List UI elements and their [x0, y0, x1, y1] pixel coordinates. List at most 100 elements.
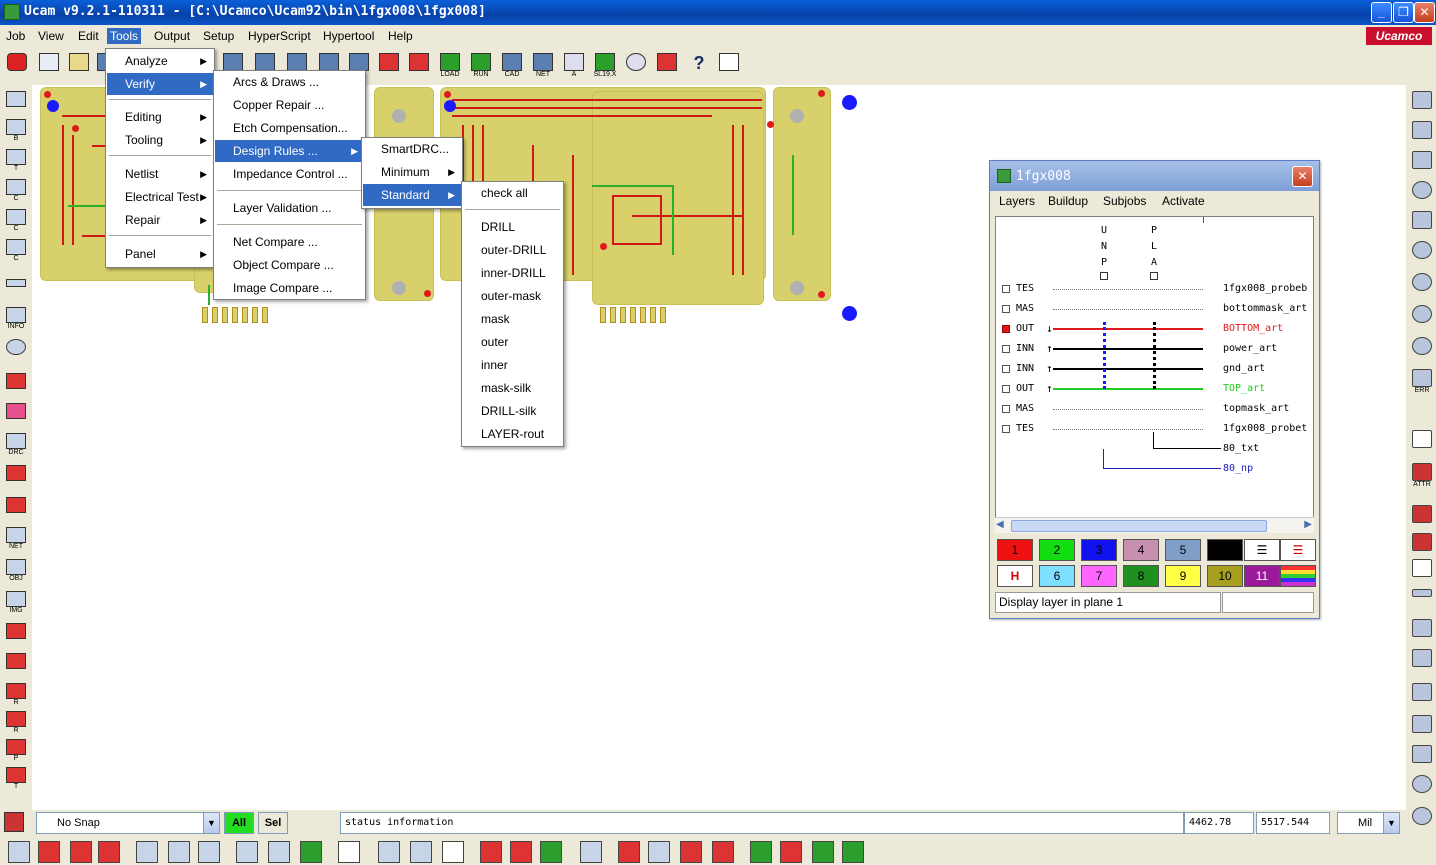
maximize-button[interactable]: ❐ — [1393, 2, 1414, 23]
plane-color-4[interactable]: 4 — [1123, 539, 1159, 561]
probe-tool-1[interactable] — [378, 841, 400, 863]
layer-checkbox[interactable] — [1002, 425, 1010, 433]
design-rules-smartdrc[interactable]: SmartDRC... — [363, 138, 461, 160]
verify-image-compare[interactable]: Image Compare ... — [215, 277, 364, 299]
layer-t-tool[interactable]: T — [4, 149, 28, 175]
chevron-down-icon[interactable]: ▼ — [203, 813, 219, 833]
report-tool[interactable] — [4, 465, 28, 491]
layer-c2-tool[interactable]: C — [4, 209, 28, 235]
menu-help[interactable]: Help — [385, 28, 416, 44]
cycle-tool[interactable] — [236, 841, 258, 863]
menu-view[interactable]: View — [35, 28, 67, 44]
grid-green-tool[interactable] — [540, 841, 562, 863]
grid-tool[interactable] — [1410, 430, 1434, 456]
layer-select-tool[interactable] — [8, 841, 30, 863]
layer-r-tool-1[interactable]: R — [4, 683, 28, 709]
wave-tool[interactable] — [4, 403, 28, 429]
multi-color-button[interactable] — [1280, 565, 1316, 587]
fd-tool[interactable] — [168, 841, 190, 863]
md-tool[interactable] — [198, 841, 220, 863]
layer-p-tool-1[interactable]: P — [4, 739, 28, 765]
plane-color-11[interactable]: 11 — [1244, 565, 1280, 587]
menu-tools[interactable]: Tools — [107, 28, 142, 44]
tools-menu-editing[interactable]: Editing ▶ — [107, 106, 213, 128]
measure-tool[interactable] — [1410, 589, 1434, 615]
verify-layer-validation[interactable]: Layer Validation ... — [215, 197, 364, 219]
zoom-window-tool[interactable] — [1410, 211, 1434, 237]
standard-outer-drill[interactable]: outer-DRILL — [463, 239, 562, 261]
sl19-button[interactable]: SL19.X — [592, 53, 618, 81]
magic-tool[interactable] — [1410, 121, 1434, 147]
list-color-view-button[interactable]: ☰ — [1280, 539, 1316, 561]
battery-tool[interactable] — [648, 841, 670, 863]
standard-inner[interactable]: inner — [463, 354, 562, 376]
ds-tool[interactable] — [136, 841, 158, 863]
mask-tool[interactable] — [268, 841, 290, 863]
menu-edit[interactable]: Edit — [75, 28, 102, 44]
snap-x-icon[interactable] — [4, 812, 30, 834]
verify-impedance-control[interactable]: Impedance Control ... — [215, 163, 364, 185]
check-tool[interactable] — [4, 497, 28, 523]
plane-color-1[interactable]: 1 — [997, 539, 1033, 561]
standard-mask[interactable]: mask — [463, 308, 562, 330]
lines-red-tool[interactable] — [510, 841, 532, 863]
tools-menu-netlist[interactable]: Netlist ▶ — [107, 163, 213, 185]
zoom-box-tool[interactable] — [1410, 151, 1434, 177]
grid-green-tool-3[interactable] — [812, 841, 834, 863]
hanger-red-tool[interactable] — [680, 841, 702, 863]
menu-setup[interactable]: Setup — [200, 28, 237, 44]
layer-checkbox[interactable] — [1002, 345, 1010, 353]
menu-output[interactable]: Output — [151, 28, 193, 44]
layer-c1-tool[interactable]: C — [4, 179, 28, 205]
tools-menu-repair[interactable]: Repair ▶ — [107, 209, 213, 231]
layer-list-hscrollbar[interactable]: ◀ ▶ — [995, 517, 1314, 533]
plane-color-black[interactable] — [1207, 539, 1243, 561]
minimize-button[interactable]: _ — [1371, 2, 1392, 23]
panel-button[interactable] — [376, 53, 402, 81]
redo-tool[interactable] — [1410, 807, 1434, 833]
lw-menu-buildup[interactable]: Buildup — [1048, 194, 1088, 208]
verify-arcs-draws[interactable]: Arcs & Draws ... — [215, 71, 364, 93]
layer-b-tool[interactable]: B — [4, 119, 28, 145]
run-button[interactable]: RUN — [468, 53, 494, 81]
standard-outer[interactable]: outer — [463, 331, 562, 353]
net-red-tool[interactable] — [480, 841, 502, 863]
paste-tool[interactable] — [1410, 745, 1434, 771]
film-button[interactable] — [406, 53, 432, 81]
grid-green-tool-2[interactable] — [750, 841, 772, 863]
copy-tool[interactable] — [1410, 715, 1434, 741]
zoom-fit-tool[interactable] — [1410, 337, 1434, 363]
draw-tool[interactable] — [338, 841, 360, 863]
load-button[interactable]: LOAD — [437, 53, 463, 81]
select-all-button[interactable]: All — [224, 812, 254, 834]
magnifier-tool[interactable] — [4, 339, 28, 365]
layer-window-titlebar[interactable]: 1fgx008 ✕ — [990, 161, 1319, 191]
binoculars-tool[interactable]: ERR — [1410, 369, 1434, 395]
verify-copper-repair[interactable]: Copper Repair ... — [215, 94, 364, 116]
tools-menu-verify[interactable]: Verify ▶ — [107, 73, 213, 95]
standard-mask-silk[interactable]: mask-silk — [463, 377, 562, 399]
layer-stack-tool-1[interactable] — [4, 623, 28, 649]
lw-menu-activate[interactable]: Activate — [1162, 194, 1205, 208]
info-tool[interactable]: INFO — [4, 307, 28, 333]
layer-checkbox[interactable] — [1002, 385, 1010, 393]
net-tool[interactable]: NET — [4, 527, 28, 553]
layer-checkbox[interactable] — [1002, 365, 1010, 373]
lw-menu-layers[interactable]: Layers — [999, 194, 1035, 208]
move-red-tool[interactable] — [98, 841, 120, 863]
verify-design-rules[interactable]: Design Rules ... ▶ — [215, 140, 364, 162]
r-red-tool[interactable] — [780, 841, 802, 863]
copy-red-tool[interactable] — [70, 841, 92, 863]
undo-tool[interactable] — [1410, 775, 1434, 801]
layer-r-tool-2[interactable]: R — [4, 711, 28, 737]
layer-checkbox[interactable] — [1002, 405, 1010, 413]
drc-tool[interactable]: DRC — [4, 433, 28, 459]
obj-tool[interactable]: OBJ — [4, 559, 28, 585]
standard-drill[interactable]: DRILL — [463, 216, 562, 238]
tools-menu-tooling[interactable]: Tooling ▶ — [107, 129, 213, 151]
standard-check-all[interactable]: check all — [463, 182, 562, 204]
tools-menu-analyze[interactable]: Analyze ▶ — [107, 50, 213, 72]
highlight-button[interactable]: H — [997, 565, 1033, 587]
tools-menu-panel[interactable]: Panel ▶ — [107, 243, 213, 265]
design-rules-standard[interactable]: Standard ▶ — [363, 184, 461, 206]
